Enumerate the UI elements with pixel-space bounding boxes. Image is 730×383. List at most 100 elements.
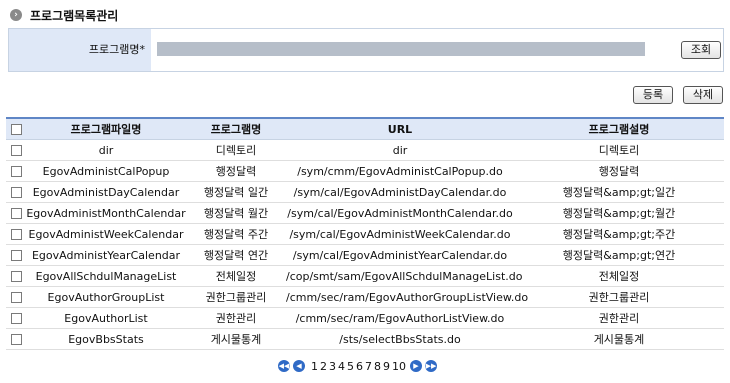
page-title: 프로그램목록관리 <box>30 8 119 23</box>
cell-program-name: 행정달력 주간 <box>186 223 286 245</box>
page-number-link[interactable]: 9 <box>383 360 390 373</box>
row-select-cell <box>6 307 26 329</box>
table-row[interactable]: EgovAdministWeekCalendar 행정달력 주간/sym/cal/… <box>6 223 724 245</box>
cell-program-name: 행정달력 월간 <box>186 202 286 224</box>
cell-url: /sym/cal/EgovAdministMonthCalendar.do <box>286 202 514 224</box>
cell-description: 행정달력 <box>514 160 724 182</box>
page-number-link[interactable]: 8 <box>374 360 381 373</box>
cell-file-name: EgovBbsStats <box>26 328 186 350</box>
register-button[interactable]: 등록 <box>633 86 673 104</box>
header-description: 프로그램설명 <box>514 117 724 140</box>
cell-file-name: dir <box>26 139 186 161</box>
row-select-cell <box>6 202 26 224</box>
cell-program-name: 행정달력 일간 <box>186 181 286 203</box>
table-row[interactable]: EgovAllSchdulManageList 전체일정/cop/smt/sam/… <box>6 265 724 287</box>
row-select-cell <box>6 160 26 182</box>
row-checkbox[interactable] <box>10 145 22 156</box>
cell-url: /sym/cal/EgovAdministYearCalendar.do <box>286 244 514 266</box>
cell-program-name: 행정달력 연간 <box>186 244 286 266</box>
cell-program-name: 권한그룹관리 <box>186 286 286 308</box>
table-row[interactable]: EgovAdministYearCalendar 행정달력 연간/sym/cal/… <box>6 244 724 266</box>
cell-file-name: EgovAuthorGroupList <box>26 286 186 308</box>
cell-program-name: 권한관리 <box>186 307 286 329</box>
next-page-icon[interactable]: ▶ <box>410 360 422 372</box>
page-number-link[interactable]: 7 <box>365 360 372 373</box>
cell-program-name: 게시물통계 <box>186 328 286 350</box>
page-number-link[interactable]: 4 <box>338 360 345 373</box>
page-number-link[interactable]: 1 <box>311 360 318 373</box>
row-select-cell <box>6 139 26 161</box>
cell-url: /sym/cal/EgovAdministWeekCalendar.do <box>286 223 514 245</box>
header-file-name: 프로그램파일명 <box>26 117 186 140</box>
table-row[interactable]: EgovBbsStats 게시물통계/sts/selectBbsStats.do 게… <box>6 328 724 350</box>
table-row[interactable]: EgovAuthorList 권한관리/cmm/sec/ram/EgovAutho… <box>6 307 724 329</box>
cell-description: 행정달력&amp;gt;월간 <box>514 202 724 224</box>
row-select-cell <box>6 223 26 245</box>
cell-description: 권한관리 <box>514 307 724 329</box>
cell-description: 행정달력&amp;gt;주간 <box>514 223 724 245</box>
table-row[interactable]: EgovAdministDayCalendar 행정달력 일간/sym/cal/E… <box>6 181 724 203</box>
search-panel: 프로그램명* 조회 <box>8 28 724 72</box>
cell-description: 디렉토리 <box>514 139 724 161</box>
cell-description: 행정달력&amp;gt;일간 <box>514 181 724 203</box>
last-page-icon[interactable]: ▶▶ <box>425 360 437 372</box>
row-checkbox[interactable] <box>10 229 22 240</box>
select-all-header <box>6 117 26 140</box>
cell-description: 게시물통계 <box>514 328 724 350</box>
row-select-cell <box>6 181 26 203</box>
page-number-link[interactable]: 3 <box>329 360 336 373</box>
row-select-cell <box>6 244 26 266</box>
program-name-input[interactable] <box>157 42 645 56</box>
page-number-link[interactable]: 10 <box>392 360 406 373</box>
page-number-link[interactable]: 5 <box>347 360 354 373</box>
row-checkbox[interactable] <box>10 250 22 261</box>
cell-url: /sts/selectBbsStats.do <box>286 328 514 350</box>
cell-file-name: EgovAuthorList <box>26 307 186 329</box>
row-checkbox[interactable] <box>10 208 22 219</box>
page-number-link[interactable]: 6 <box>356 360 363 373</box>
table-row[interactable]: dir 디렉토리 dir 디렉토리 <box>6 139 724 161</box>
first-page-icon[interactable]: ◀◀ <box>278 360 290 372</box>
delete-button[interactable]: 삭제 <box>683 86 723 104</box>
pagination: ◀◀ ◀ 1 2 3 4 5 6 7 8 9 10 ▶ ▶▶ <box>278 359 440 373</box>
row-checkbox[interactable] <box>10 271 22 282</box>
cell-description: 전체일정 <box>514 265 724 287</box>
prev-page-icon[interactable]: ◀ <box>293 360 305 372</box>
row-checkbox[interactable] <box>10 313 22 324</box>
cell-description: 권한그룹관리 <box>514 286 724 308</box>
program-name-label: 프로그램명* <box>9 29 151 71</box>
page-number-link[interactable]: 2 <box>320 360 327 373</box>
row-select-cell <box>6 265 26 287</box>
row-select-cell <box>6 286 26 308</box>
cell-url: /sym/cal/EgovAdministDayCalendar.do <box>286 181 514 203</box>
table-row[interactable]: EgovAdministMonthCalendar 행정달력 월간/sym/cal… <box>6 202 724 224</box>
page-title-bar: › 프로그램목록관리 <box>10 7 118 23</box>
row-checkbox[interactable] <box>10 166 22 177</box>
row-checkbox[interactable] <box>10 292 22 303</box>
header-url: URL <box>286 117 514 140</box>
select-all-checkbox[interactable] <box>10 124 22 135</box>
chevron-circle-icon: › <box>10 9 22 21</box>
cell-file-name: EgovAdministCalPopup <box>26 160 186 182</box>
cell-file-name: EgovAdministYearCalendar <box>26 244 186 266</box>
program-table: 프로그램파일명 프로그램명 URL 프로그램설명 dir 디렉토리 dir 디렉토리 E… <box>6 117 724 350</box>
cell-url: /sym/cmm/EgovAdministCalPopup.do <box>286 160 514 182</box>
cell-url: dir <box>286 139 514 161</box>
table-header-row: 프로그램파일명 프로그램명 URL 프로그램설명 <box>6 117 724 140</box>
cell-description: 행정달력&amp;gt;연간 <box>514 244 724 266</box>
cell-program-name: 전체일정 <box>186 265 286 287</box>
cell-file-name: EgovAdministDayCalendar <box>26 181 186 203</box>
row-select-cell <box>6 328 26 350</box>
header-program-name: 프로그램명 <box>186 117 286 140</box>
cell-program-name: 행정달력 <box>186 160 286 182</box>
cell-file-name: EgovAdministWeekCalendar <box>26 223 186 245</box>
table-row[interactable]: EgovAuthorGroupList 권한그룹관리/cmm/sec/ram/Eg… <box>6 286 724 308</box>
table-row[interactable]: EgovAdministCalPopup 행정달력/sym/cmm/EgovAdm… <box>6 160 724 182</box>
page-numbers: 1 2 3 4 5 6 7 8 9 10 <box>310 360 407 373</box>
cell-url: /cmm/sec/ram/EgovAuthorListView.do <box>286 307 514 329</box>
row-checkbox[interactable] <box>10 187 22 198</box>
cell-file-name: EgovAdministMonthCalendar <box>26 202 186 224</box>
search-button[interactable]: 조회 <box>681 41 721 59</box>
cell-file-name: EgovAllSchdulManageList <box>26 265 186 287</box>
row-checkbox[interactable] <box>10 334 22 345</box>
